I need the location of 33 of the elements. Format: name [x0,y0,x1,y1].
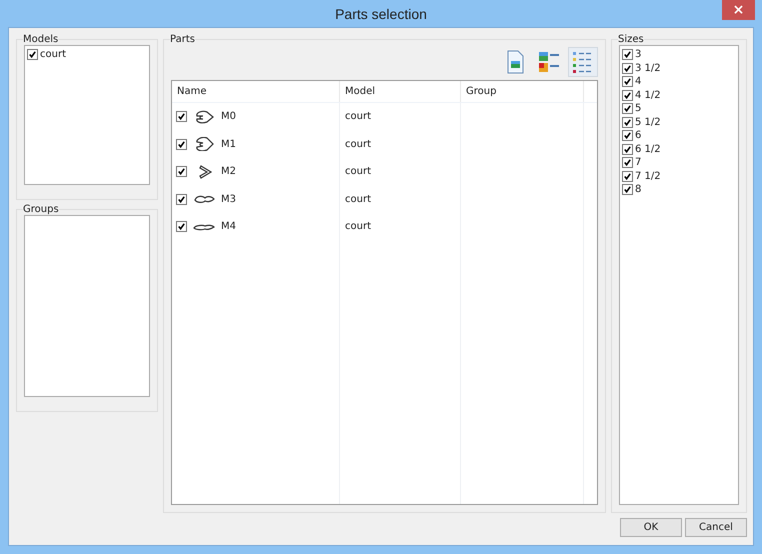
group-title: Sizes [618,34,644,45]
column-header[interactable]: Model [340,81,461,102]
list-item[interactable]: 6 1/2 [635,142,661,156]
ok-button[interactable]: OK [620,518,682,537]
cancel-button[interactable]: Cancel [685,518,747,537]
list-item[interactable]: 4 [635,75,642,88]
list-item[interactable]: 3 1/2 [635,62,661,75]
group-title: Parts [170,34,195,45]
group-title: Models [23,34,58,45]
table-cell: court [345,194,371,205]
table-cell: court [345,166,371,178]
close-button[interactable]: × [722,0,755,20]
table-cell: court [345,111,371,122]
column-header[interactable]: Group [461,81,584,102]
list-item[interactable]: 7 [635,156,642,170]
window-title: Parts selection [335,6,427,22]
part-name: M4 [221,221,236,232]
list-item[interactable]: 6 [635,129,642,142]
part-name: M2 [221,166,236,178]
part-name: M3 [221,194,236,205]
list-item[interactable]: 3 [635,48,642,62]
table-cell: court [345,221,371,232]
list-item[interactable]: 5 1/2 [635,116,661,129]
part-name: M0 [221,111,236,122]
group-title: Groups [23,204,59,215]
part-name: M1 [221,138,236,150]
list-item[interactable]: 7 1/2 [635,170,661,183]
list-item[interactable]: court [40,48,66,62]
list-item[interactable]: 4 1/2 [635,88,661,102]
column-header[interactable]: Name [172,81,340,102]
list-item[interactable]: 5 [635,102,642,116]
table-cell: court [345,138,371,150]
list-item[interactable]: 8 [635,183,642,196]
